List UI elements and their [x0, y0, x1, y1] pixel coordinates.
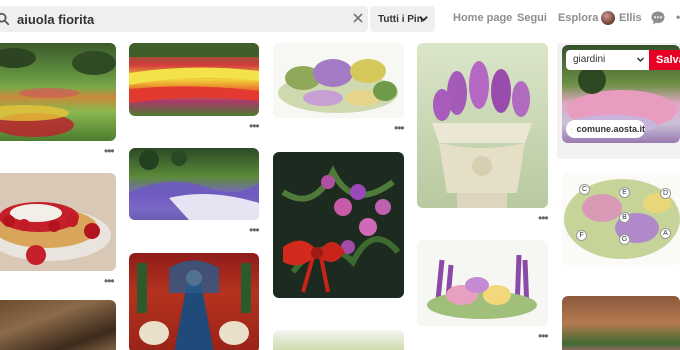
pin-tapestry-art — [137, 260, 251, 350]
pin-image-hyacinth-urn[interactable] — [417, 43, 548, 208]
search-icon — [0, 12, 10, 26]
nav-explore-link[interactable]: Esplora — [558, 12, 598, 24]
plan-marker: G — [619, 234, 630, 245]
board-select-value: giardini — [573, 54, 606, 65]
pin-more-button[interactable]: ••• — [104, 145, 115, 157]
pin-more-button[interactable]: ••• — [538, 212, 549, 224]
pin-more-button[interactable]: ••• — [394, 122, 405, 134]
pin-more-button[interactable]: ••• — [538, 330, 549, 342]
pin-image-flowerbed-plan[interactable] — [273, 43, 404, 118]
pinterest-search-page: aiuola fiorita Tutti i Pin Home page Seg… — [0, 0, 680, 350]
plan-marker: C — [579, 184, 590, 195]
search-input[interactable]: aiuola fiorita — [17, 12, 94, 27]
plan-marker: A — [660, 228, 671, 239]
board-select-dropdown[interactable]: giardini — [566, 50, 649, 70]
pin-strawberry-tart-art — [0, 202, 111, 265]
pin-image-tapestry[interactable] — [129, 253, 259, 350]
pin-more-button[interactable]: ••• — [249, 120, 260, 132]
chevron-down-icon — [636, 57, 645, 63]
arrow-up-right-icon — [571, 128, 573, 130]
pin-image-garden-park[interactable] — [0, 43, 116, 141]
pin-filter-label: Tutti i Pin — [378, 13, 423, 25]
pin-hyacinth-urn-art — [432, 61, 532, 208]
search-box[interactable]: aiuola fiorita — [0, 6, 368, 32]
pin-tulip-field-art — [129, 43, 259, 103]
close-icon[interactable] — [352, 12, 364, 24]
pin-image-sweet-pea-bow[interactable] — [273, 152, 404, 298]
pin-flowerbed-plan-art — [278, 59, 398, 113]
pin-image-tulip-field[interactable] — [129, 43, 259, 116]
messages-icon[interactable] — [650, 10, 666, 26]
plan-marker: E — [619, 187, 630, 198]
nav-following-link[interactable]: Segui — [517, 12, 547, 24]
pin-image-wooden-interior[interactable] — [0, 300, 116, 350]
source-link[interactable]: comune.aosta.it — [566, 120, 645, 138]
pin-image-perennial-border[interactable] — [417, 240, 548, 326]
plan-marker: F — [576, 230, 587, 241]
pin-image-castle-courtyard[interactable] — [562, 296, 680, 350]
plan-marker: D — [660, 188, 671, 199]
pin-garden-flowerbed-art — [0, 48, 116, 137]
pin-image-garden-plan[interactable]: C E D B F G A — [562, 173, 680, 265]
pin-more-button[interactable]: ••• — [104, 275, 115, 287]
more-menu-icon[interactable]: • — [676, 10, 680, 24]
pin-perennial-border-art — [427, 254, 537, 319]
pin-image-strawberry-tart[interactable] — [0, 173, 116, 271]
user-profile-link[interactable]: Ellis — [619, 12, 642, 24]
pin-lavender-river-art — [129, 150, 259, 220]
chevron-down-icon — [419, 16, 428, 22]
nav-home-link[interactable]: Home page — [453, 12, 512, 24]
pin-filter-dropdown[interactable]: Tutti i Pin — [370, 6, 435, 32]
save-button[interactable]: Salva — [649, 50, 680, 70]
pin-image-garden-border[interactable] — [273, 330, 404, 350]
pin-image-lavender-river[interactable] — [129, 148, 259, 220]
pin-sweet-pea-bow-art — [281, 165, 401, 293]
pin-more-button[interactable]: ••• — [249, 224, 260, 236]
top-bar: aiuola fiorita Tutti i Pin Home page Seg… — [0, 0, 680, 38]
source-link-label: comune.aosta.it — [576, 124, 645, 134]
plan-marker: B — [619, 212, 630, 223]
avatar[interactable] — [601, 11, 615, 25]
